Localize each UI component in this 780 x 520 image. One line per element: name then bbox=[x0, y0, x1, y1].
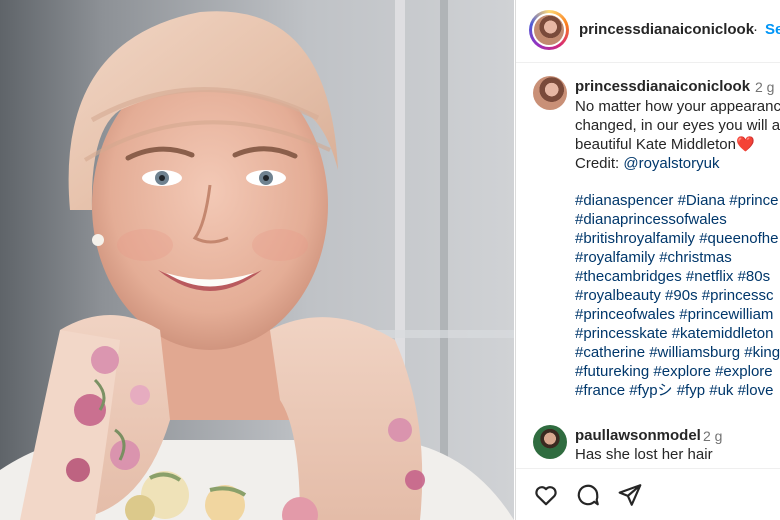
commenter-avatar[interactable] bbox=[533, 425, 567, 459]
hashtag-line[interactable]: #britishroyalfamily #queenofhe bbox=[575, 229, 780, 248]
share-icon[interactable] bbox=[617, 482, 643, 508]
hashtag-line[interactable]: #thecambridges #netflix #80s bbox=[575, 267, 780, 286]
caption-username[interactable]: princessdianaiconiclook bbox=[575, 78, 750, 95]
post-header: princessdianaiconiclook · Se bbox=[516, 0, 780, 63]
comment-text: Has she lost her hair bbox=[575, 446, 713, 463]
caption-line: changed, in our eyes you will a bbox=[575, 117, 780, 134]
comment-icon[interactable] bbox=[575, 482, 601, 508]
caption-avatar[interactable] bbox=[533, 76, 567, 110]
post-sidebar: princessdianaiconiclook · Se princessdia… bbox=[515, 0, 780, 520]
hashtag-line[interactable]: #dianaspencer #Diana #prince bbox=[575, 191, 780, 210]
credit-label: Credit: bbox=[575, 155, 624, 172]
hashtag-line[interactable]: #dianaprincessofwales bbox=[575, 210, 780, 229]
caption-line: No matter how your appearanc bbox=[575, 98, 780, 115]
separator-dot: · bbox=[753, 21, 758, 38]
commenter-username[interactable]: paullawsonmodel bbox=[575, 427, 701, 444]
hashtag-line[interactable]: #royalfamily #christmas bbox=[575, 248, 780, 267]
portrait-image bbox=[0, 0, 514, 520]
comment-time: 2 g bbox=[703, 428, 723, 444]
credit-mention-link[interactable]: @royalstoryuk bbox=[623, 155, 719, 172]
post-photo[interactable] bbox=[0, 0, 514, 520]
hashtag-line[interactable]: #futureking #explore #explore bbox=[575, 362, 780, 381]
caption-credit: Credit: @royalstoryuk bbox=[575, 154, 780, 173]
follow-button[interactable]: Se bbox=[765, 21, 780, 38]
author-username[interactable]: princessdianaiconiclook bbox=[579, 21, 754, 38]
hashtag-line[interactable]: #france #fypシ #fyp #uk #love bbox=[575, 381, 780, 400]
heart-icon[interactable] bbox=[533, 482, 559, 508]
hashtag-line[interactable]: #royalbeauty #90s #princessc bbox=[575, 286, 780, 305]
caption-time: 2 g bbox=[755, 79, 775, 95]
action-bar bbox=[516, 468, 780, 520]
caption-text: No matter how your appearanc changed, in… bbox=[575, 97, 780, 173]
hashtag-line[interactable]: #princesskate #katemiddleton bbox=[575, 324, 780, 343]
caption-line: beautiful Kate Middleton❤️ bbox=[575, 136, 755, 153]
hashtag-list: #dianaspencer #Diana #prince #dianaprinc… bbox=[575, 191, 780, 400]
hashtag-line[interactable]: #catherine #williamsburg #king bbox=[575, 343, 780, 362]
hashtag-line[interactable]: #princeofwales #princewilliam bbox=[575, 305, 780, 324]
author-avatar[interactable] bbox=[529, 10, 569, 50]
